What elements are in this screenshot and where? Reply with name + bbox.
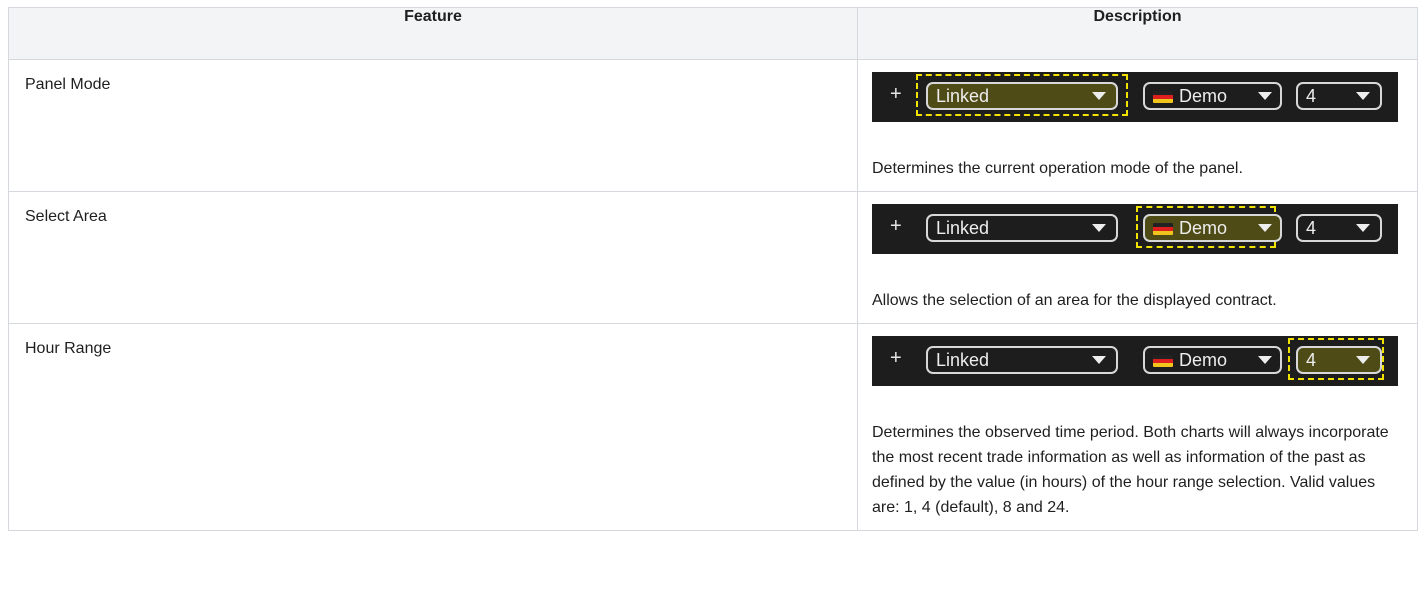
description-cell: + Linked Demo 4 Allows the selection of …	[857, 191, 1418, 324]
description-cell: + Linked Demo 4 De	[857, 323, 1418, 531]
area-dropdown: Demo	[1143, 346, 1282, 374]
description-text: Determines the observed time period. Bot…	[872, 424, 1389, 516]
panel-mode-dropdown: Linked	[926, 82, 1118, 110]
caret-down-icon	[1092, 224, 1106, 232]
panel-toolbar-screenshot: + Linked Demo 4	[872, 336, 1398, 386]
caret-down-icon	[1092, 92, 1106, 100]
caret-down-icon	[1258, 224, 1272, 232]
table-header-row: Feature Description	[8, 7, 1418, 60]
header-description: Description	[857, 7, 1418, 60]
description-cell: + Linked Demo 4 De	[857, 59, 1418, 192]
area-dropdown: Demo	[1143, 82, 1282, 110]
area-value: Demo	[1179, 218, 1228, 238]
caret-down-icon	[1356, 356, 1370, 364]
panel-toolbar-screenshot: + Linked Demo 4	[872, 204, 1398, 254]
caret-down-icon	[1258, 356, 1272, 364]
plus-icon: +	[890, 347, 902, 369]
panel-mode-dropdown: Linked	[926, 214, 1118, 242]
area-dropdown: Demo	[1143, 214, 1282, 242]
caret-down-icon	[1356, 92, 1370, 100]
panel-toolbar-screenshot: + Linked Demo 4	[872, 72, 1398, 122]
hour-range-value: 4	[1306, 218, 1317, 238]
description-text: Allows the selection of an area for the …	[872, 292, 1277, 309]
caret-down-icon	[1092, 356, 1106, 364]
panel-mode-dropdown: Linked	[926, 346, 1118, 374]
feature-table: Feature Description Panel Mode + Linked …	[8, 7, 1418, 531]
hour-range-value: 4	[1306, 350, 1317, 370]
caret-down-icon	[1258, 92, 1272, 100]
flag-icon	[1153, 91, 1173, 103]
area-value: Demo	[1179, 350, 1228, 370]
plus-icon: +	[890, 215, 902, 237]
hour-range-value: 4	[1306, 86, 1317, 106]
feature-cell: Panel Mode	[8, 59, 858, 192]
table-row: Hour Range + Linked Demo 4 Determines th…	[8, 323, 1418, 531]
panel-mode-value: Linked	[936, 350, 990, 370]
area-value: Demo	[1179, 86, 1228, 106]
description-text: Determines the current operation mode of…	[872, 160, 1243, 177]
hour-range-dropdown: 4	[1296, 214, 1382, 242]
plus-icon: +	[890, 83, 902, 105]
feature-cell: Select Area	[8, 191, 858, 324]
caret-down-icon	[1356, 224, 1370, 232]
flag-icon	[1153, 223, 1173, 235]
panel-mode-value: Linked	[936, 86, 990, 106]
hour-range-dropdown: 4	[1296, 82, 1382, 110]
header-feature: Feature	[8, 7, 858, 60]
feature-cell: Hour Range	[8, 323, 858, 531]
table-row: Panel Mode + Linked Demo 4 Determines th…	[8, 59, 1418, 192]
panel-mode-value: Linked	[936, 218, 990, 238]
hour-range-dropdown: 4	[1296, 346, 1382, 374]
table-row: Select Area + Linked Demo 4 Allows the s…	[8, 191, 1418, 324]
flag-icon	[1153, 355, 1173, 367]
